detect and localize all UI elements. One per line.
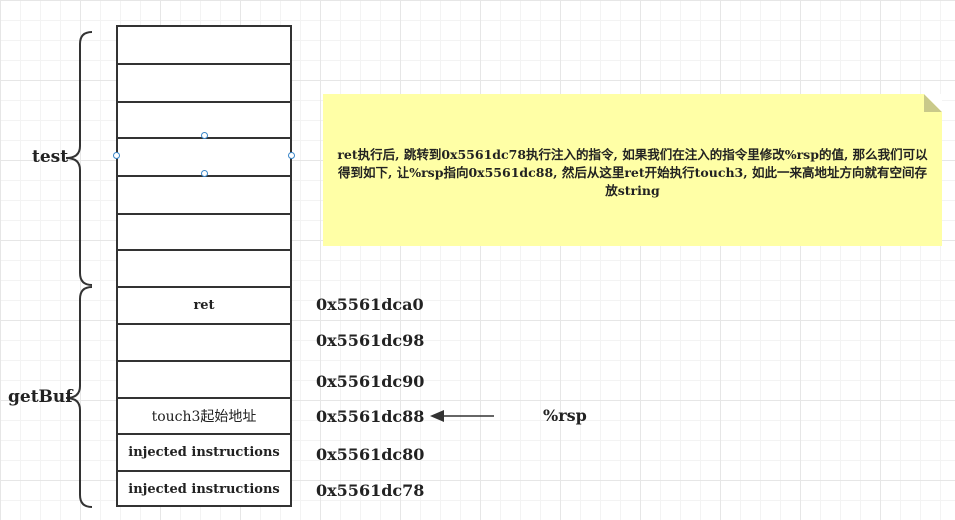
test-brace: [65, 31, 93, 286]
stack-cell[interactable]: [118, 213, 290, 249]
injected-cell[interactable]: injected instructions: [118, 470, 290, 507]
getbuf-label: getBuf: [8, 387, 73, 407]
ret-cell[interactable]: ret: [118, 286, 290, 323]
stack-frame: ret touch3起始地址 injected instructions inj…: [116, 25, 292, 507]
stack-cell[interactable]: [118, 27, 290, 63]
stack-cell[interactable]: [118, 249, 290, 286]
selection-handle[interactable]: [113, 152, 120, 159]
address-label: 0x5561dca0: [316, 295, 424, 314]
sticky-note[interactable]: ret执行后, 跳转到0x5561dc78执行注入的指令, 如果我们在注入的指令…: [323, 94, 942, 246]
stack-cell[interactable]: [118, 360, 290, 397]
note-text: ret执行后, 跳转到0x5561dc78执行注入的指令, 如果我们在注入的指令…: [337, 147, 928, 198]
address-label: 0x5561dc80: [316, 445, 425, 464]
rsp-arrow-head: [430, 410, 444, 422]
diagram-canvas: test getBuf ret touch3起始地址 injected inst…: [0, 0, 955, 520]
injected-cell[interactable]: injected instructions: [118, 433, 290, 470]
stack-cell[interactable]: [118, 63, 290, 101]
touch3-cell[interactable]: touch3起始地址: [118, 397, 290, 433]
selection-handle[interactable]: [288, 152, 295, 159]
stack-cell[interactable]: [118, 323, 290, 360]
rsp-label: %rsp: [543, 406, 587, 425]
address-label: 0x5561dc88: [316, 407, 425, 426]
stack-cell[interactable]: [118, 175, 290, 213]
note-fold-corner: [924, 94, 942, 112]
test-label: test: [32, 147, 69, 167]
selection-handle[interactable]: [201, 132, 208, 139]
address-label: 0x5561dc78: [316, 481, 425, 500]
selection-handle[interactable]: [201, 170, 208, 177]
address-label: 0x5561dc98: [316, 331, 425, 350]
address-label: 0x5561dc90: [316, 372, 425, 391]
